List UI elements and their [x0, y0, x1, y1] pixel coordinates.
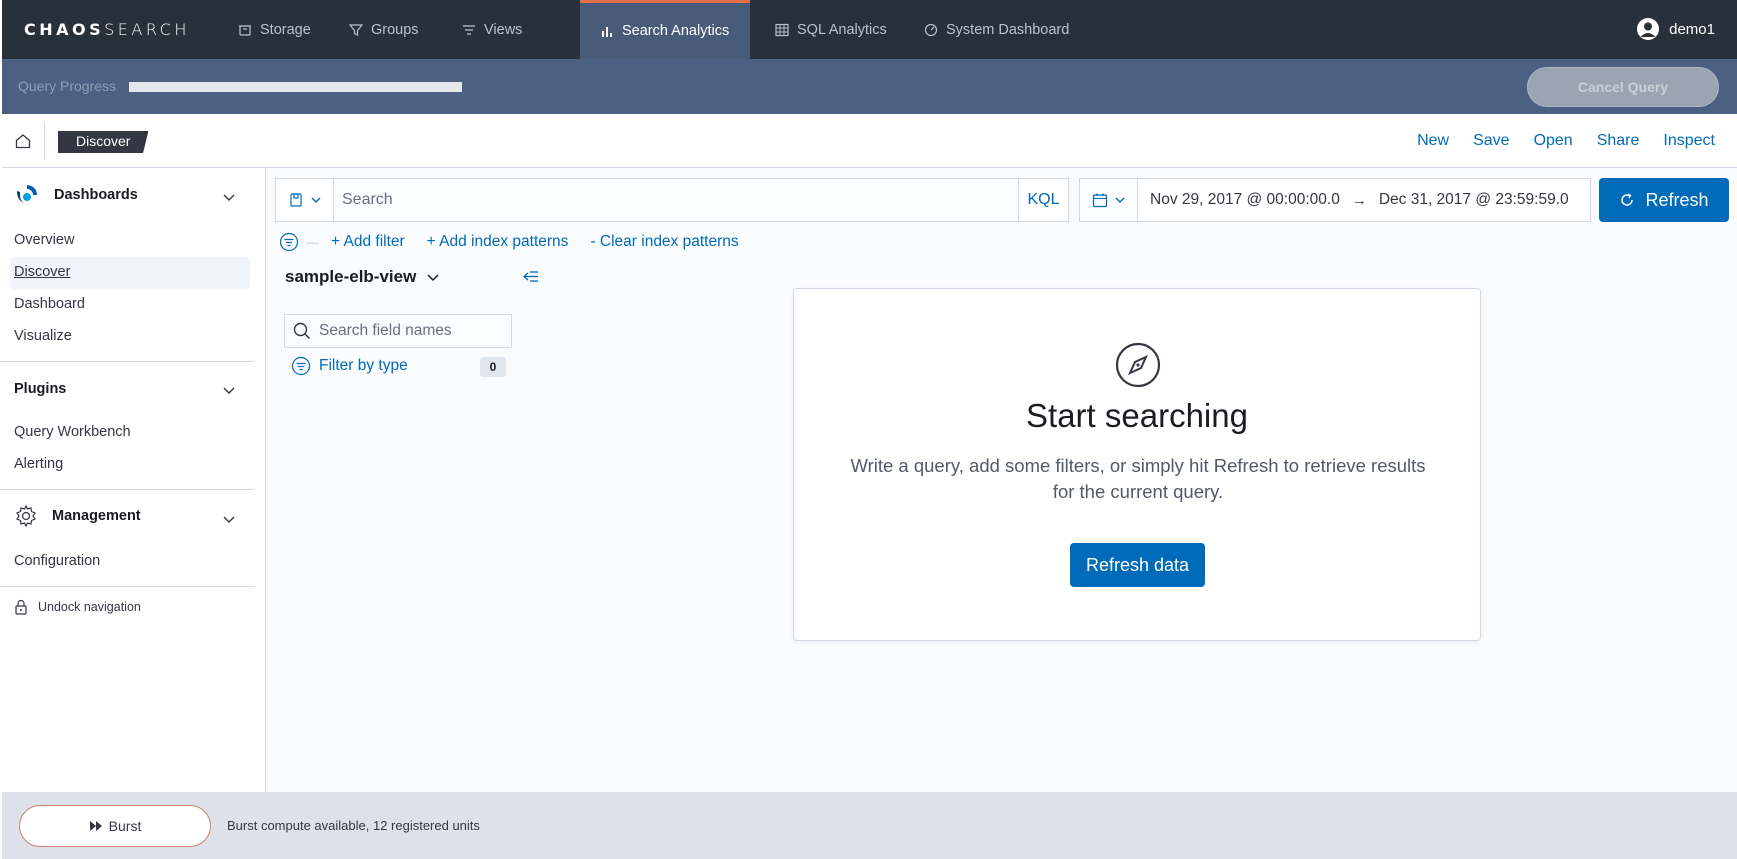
- share-link[interactable]: Share: [1585, 132, 1652, 150]
- start-date[interactable]: Nov 29, 2017 @ 00:00:00.0: [1138, 191, 1352, 209]
- filter-icon[interactable]: [279, 232, 299, 252]
- filter-separator: —: [307, 235, 319, 249]
- inspect-link[interactable]: Inspect: [1651, 132, 1727, 150]
- nav-tab-storage[interactable]: Storage: [218, 0, 331, 59]
- empty-state-title: Start searching: [1026, 397, 1248, 434]
- refresh-icon: [1621, 193, 1634, 206]
- breadcrumb[interactable]: Discover: [58, 131, 149, 153]
- field-search-input[interactable]: [319, 322, 499, 340]
- top-nav: CHAOSSEARCH Storage Groups Views Search …: [2, 0, 1737, 59]
- search-input[interactable]: [334, 179, 1018, 221]
- chevron-down-icon[interactable]: [221, 511, 237, 527]
- header-actions: New Save Open Share Inspect: [1405, 132, 1727, 150]
- chevron-down-icon[interactable]: [221, 189, 237, 205]
- search-icon: [293, 322, 311, 340]
- save-icon: [289, 193, 302, 207]
- burst-status: Burst compute available, 12 registered u…: [227, 818, 480, 833]
- collapse-sidebar-icon[interactable]: [522, 271, 540, 285]
- storage-icon: [239, 24, 251, 36]
- chevron-down-icon: [1115, 197, 1124, 203]
- nav-tab-sql-analytics[interactable]: SQL Analytics: [755, 0, 907, 59]
- query-progress-label: Query Progress: [18, 78, 117, 94]
- nav-tab-system-dashboard[interactable]: System Dashboard: [904, 0, 1089, 59]
- list-icon: [463, 24, 475, 35]
- saved-queries-button[interactable]: [276, 179, 334, 221]
- home-icon[interactable]: [14, 132, 32, 150]
- sidebar-group-dashboards[interactable]: Dashboards: [14, 182, 138, 208]
- index-pattern-selector[interactable]: sample-elb-view: [285, 267, 440, 287]
- dashboard-icon: [924, 23, 938, 36]
- sidebar-item-discover[interactable]: Discover: [14, 264, 70, 280]
- empty-state-body: Write a query, add some filters, or simp…: [850, 455, 1426, 502]
- filter-row: — + Add filter + Add index patterns - Cl…: [279, 232, 753, 252]
- chevron-down-icon[interactable]: [221, 382, 237, 398]
- sidebar-divider: [0, 489, 254, 490]
- query-language-button[interactable]: KQL: [1018, 179, 1068, 221]
- sidebar-item-query-workbench[interactable]: Query Workbench: [14, 424, 131, 440]
- logo[interactable]: CHAOSSEARCH: [24, 20, 190, 39]
- nav-tab-groups[interactable]: Groups: [329, 0, 439, 59]
- filter-by-type-button[interactable]: Filter by type: [291, 356, 408, 376]
- calendar-icon: [1092, 193, 1107, 208]
- user-menu[interactable]: demo1: [1637, 18, 1715, 40]
- chevron-down-icon: [427, 274, 439, 282]
- query-progress-bar: Query Progress Cancel Query: [2, 59, 1737, 114]
- refresh-button[interactable]: Refresh: [1599, 178, 1729, 222]
- nav-tab-search-analytics[interactable]: Search Analytics: [580, 0, 750, 59]
- bar-chart-icon: [602, 27, 612, 37]
- add-filter-link[interactable]: + Add filter: [331, 233, 405, 251]
- sidebar-group-plugins[interactable]: Plugins: [14, 381, 66, 397]
- burst-footer: Burst Burst compute available, 12 regist…: [2, 792, 1737, 859]
- main-content: KQL Nov 29, 2017 @ 00:00:00.0 → Dec 31, …: [267, 168, 1737, 792]
- filter-icon: [291, 356, 311, 376]
- sidebar-item-overview[interactable]: Overview: [14, 232, 74, 248]
- gear-icon: [16, 504, 36, 528]
- open-link[interactable]: Open: [1522, 132, 1585, 150]
- end-date[interactable]: Dec 31, 2017 @ 23:59:59.0: [1367, 191, 1581, 209]
- query-bar: KQL: [275, 178, 1069, 222]
- app-header: Discover New Save Open Share Inspect: [2, 114, 1737, 168]
- sidebar-item-dashboard[interactable]: Dashboard: [14, 296, 85, 312]
- progress-fill: [129, 82, 462, 92]
- sidebar-divider: [0, 361, 254, 362]
- empty-state-panel: Start searching Write a query, add some …: [793, 288, 1481, 641]
- breadcrumb-divider: [44, 122, 45, 160]
- opensearch-logo-icon: [17, 185, 37, 205]
- field-search: [284, 314, 512, 348]
- burst-button[interactable]: Burst: [19, 805, 211, 847]
- cancel-query-button[interactable]: Cancel Query: [1527, 67, 1719, 107]
- funnel-icon: [349, 23, 363, 36]
- date-picker: Nov 29, 2017 @ 00:00:00.0 → Dec 31, 2017…: [1079, 178, 1591, 222]
- sidebar-item-visualize[interactable]: Visualize: [14, 328, 72, 344]
- refresh-data-button[interactable]: Refresh data: [1070, 543, 1205, 587]
- clear-index-patterns-link[interactable]: - Clear index patterns: [590, 233, 738, 251]
- sidebar-divider: [0, 586, 254, 587]
- nav-tab-views[interactable]: Views: [442, 0, 542, 59]
- date-range-arrow-icon: →: [1351, 191, 1367, 209]
- table-icon: [775, 23, 789, 36]
- undock-navigation[interactable]: Undock navigation: [14, 599, 141, 615]
- sidebar-item-alerting[interactable]: Alerting: [14, 456, 63, 472]
- new-link[interactable]: New: [1405, 132, 1461, 150]
- compass-icon: [1115, 342, 1161, 388]
- filter-count-badge: 0: [480, 357, 506, 377]
- sidebar-group-management[interactable]: Management: [14, 504, 141, 528]
- lock-icon: [15, 599, 27, 615]
- sidebar: Dashboards Overview Discover Dashboard V…: [0, 168, 266, 792]
- sidebar-item-configuration[interactable]: Configuration: [14, 553, 100, 569]
- fast-forward-icon: [89, 821, 102, 831]
- add-index-patterns-link[interactable]: + Add index patterns: [427, 233, 569, 251]
- save-link[interactable]: Save: [1461, 132, 1521, 150]
- avatar-icon: [1637, 18, 1660, 40]
- chevron-down-icon: [311, 197, 320, 203]
- quick-date-menu-button[interactable]: [1080, 179, 1138, 221]
